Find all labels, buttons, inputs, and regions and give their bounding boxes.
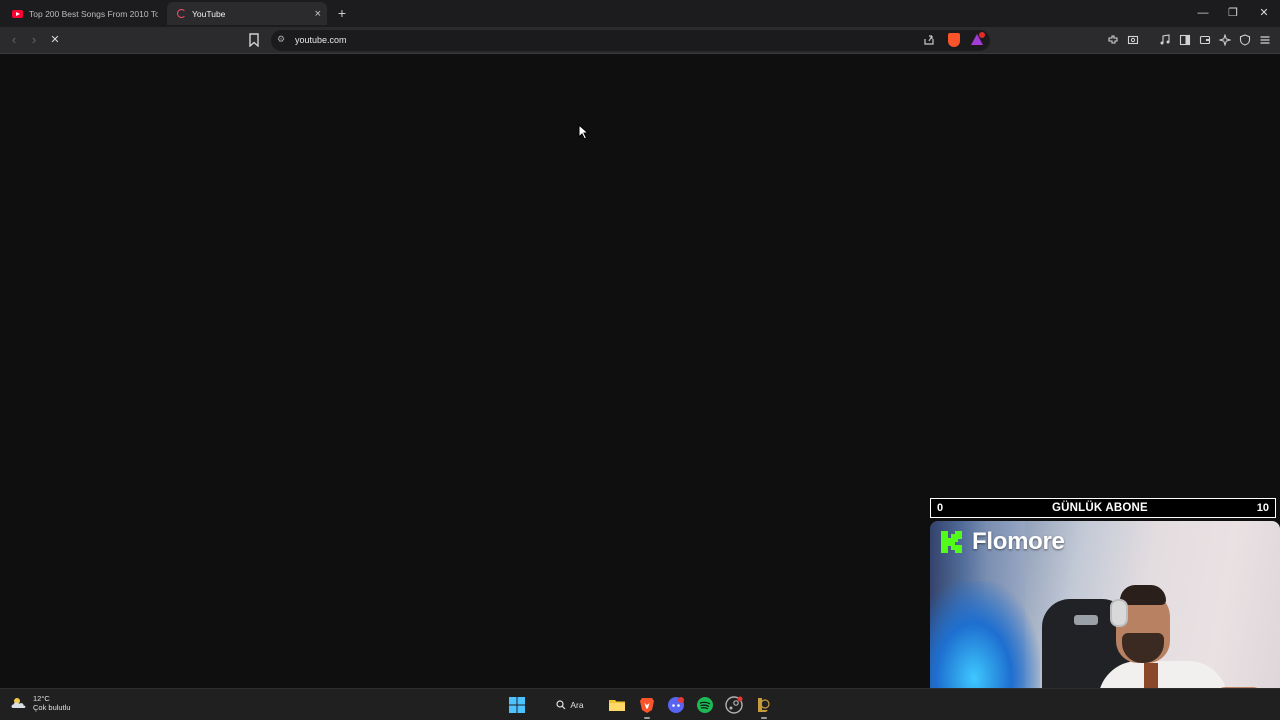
active-app-indicator	[644, 717, 650, 719]
cloudy-weather-icon	[11, 698, 26, 708]
wallet-icon[interactable]	[1198, 33, 1212, 47]
league-of-legends-icon[interactable]	[754, 696, 772, 714]
loading-spinner-icon	[177, 9, 186, 18]
windows-taskbar: 12°C Çok bulutlu Ara	[0, 688, 1280, 720]
tab-top-200-songs[interactable]: Top 200 Best Songs From 2010 To 2023	[2, 2, 164, 25]
minimize-button[interactable]: —	[1193, 4, 1213, 22]
subscriber-count-current: 0	[937, 502, 944, 514]
file-explorer-icon[interactable]	[608, 696, 626, 714]
steam-icon[interactable]	[725, 696, 743, 714]
url-text[interactable]: youtube.com	[295, 35, 347, 45]
music-note-icon[interactable]	[1158, 33, 1172, 47]
brave-browser-icon[interactable]	[638, 696, 656, 714]
kick-logo-icon	[941, 531, 962, 553]
browser-toolbar: ‹ › ✕ ⚙ youtube.com	[0, 27, 1280, 54]
spotify-icon[interactable]	[696, 696, 714, 714]
leo-ai-icon[interactable]	[1218, 33, 1232, 47]
streamer-name: Flomore	[972, 528, 1065, 555]
youtube-icon	[12, 9, 23, 18]
streamer-brand: Flomore	[940, 528, 1065, 556]
share-icon[interactable]	[923, 34, 935, 46]
screenshot-icon[interactable]	[1126, 33, 1140, 47]
search-label: Ara	[570, 700, 584, 710]
weather-temperature: 12°C	[33, 694, 50, 703]
brave-shields-icon[interactable]	[948, 33, 960, 47]
stop-loading-button[interactable]: ✕	[47, 32, 63, 48]
subscriber-goal: 10	[1256, 502, 1269, 514]
back-button[interactable]: ‹	[6, 32, 22, 48]
tab-title: Top 200 Best Songs From 2010 To 2023	[29, 8, 158, 19]
extensions-icon[interactable]	[1106, 33, 1120, 47]
mouse-cursor-icon	[578, 124, 590, 140]
close-window-button[interactable]: ✕	[1254, 4, 1274, 22]
weather-widget[interactable]: 12°C Çok bulutlu	[10, 694, 71, 712]
discord-icon[interactable]	[667, 696, 685, 714]
windows-start-icon[interactable]	[508, 696, 526, 714]
close-tab-button[interactable]: ×	[315, 8, 321, 20]
app-running-indicator	[761, 717, 767, 719]
bookmark-icon[interactable]	[248, 33, 260, 47]
taskbar-search[interactable]: Ara	[545, 695, 595, 715]
tab-title: YouTube	[192, 8, 226, 19]
new-tab-button[interactable]: +	[334, 4, 350, 22]
tab-youtube[interactable]: YouTube ×	[167, 2, 327, 25]
weather-description: Çok bulutlu	[33, 703, 71, 712]
address-bar[interactable]: ⚙ youtube.com	[271, 30, 990, 51]
subscriber-bar-title: GÜNLÜK ABONE	[1051, 502, 1148, 514]
tab-strip: Top 200 Best Songs From 2010 To 2023 You…	[0, 0, 1280, 27]
sidebar-icon[interactable]	[1178, 33, 1192, 47]
notification-badge	[979, 32, 985, 38]
menu-icon[interactable]	[1258, 33, 1272, 47]
headset	[1110, 599, 1128, 627]
vpn-shield-icon[interactable]	[1238, 33, 1252, 47]
search-icon	[556, 700, 566, 710]
daily-subscriber-bar: 0 GÜNLÜK ABONE 10	[930, 498, 1276, 518]
site-info-icon[interactable]: ⚙	[277, 34, 285, 45]
forward-button[interactable]: ›	[26, 32, 42, 48]
restore-button[interactable]: ❐	[1223, 4, 1243, 22]
